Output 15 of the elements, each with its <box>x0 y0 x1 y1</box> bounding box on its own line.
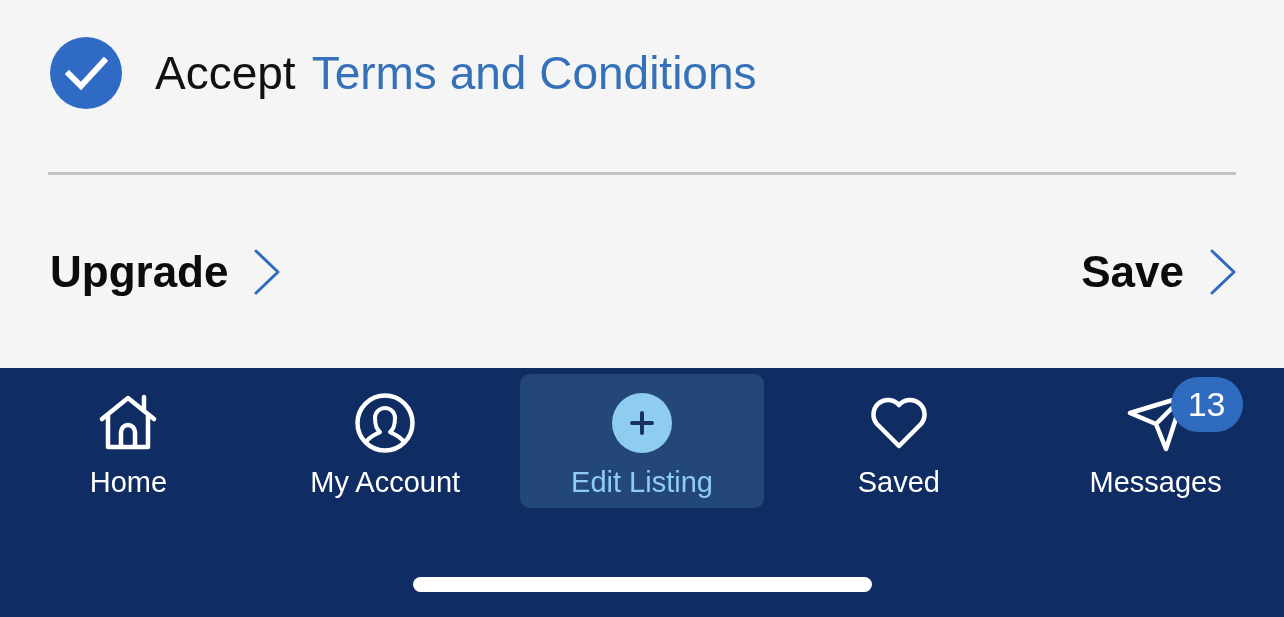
nav-tab[interactable]: My Account <box>262 374 508 508</box>
action-button[interactable]: Save <box>1081 246 1236 297</box>
action-button[interactable]: Upgrade <box>50 246 281 297</box>
nav-tab[interactable]: Edit Listing <box>519 374 765 508</box>
nav-tab[interactable]: Home <box>6 374 251 508</box>
plus-icon <box>612 393 672 453</box>
chevron-right-icon <box>1210 248 1236 295</box>
nav-tab[interactable]: Saved <box>776 374 1022 508</box>
nav-tab[interactable]: 13 Messages <box>1033 374 1278 508</box>
terms-link[interactable]: Terms and Conditions <box>311 46 757 100</box>
checkbox[interactable] <box>50 37 122 109</box>
profile-icon <box>355 393 416 453</box>
count-badge: 13 <box>1170 377 1243 432</box>
accept-label: Accept <box>155 46 296 100</box>
chevron-right-icon <box>254 248 281 295</box>
